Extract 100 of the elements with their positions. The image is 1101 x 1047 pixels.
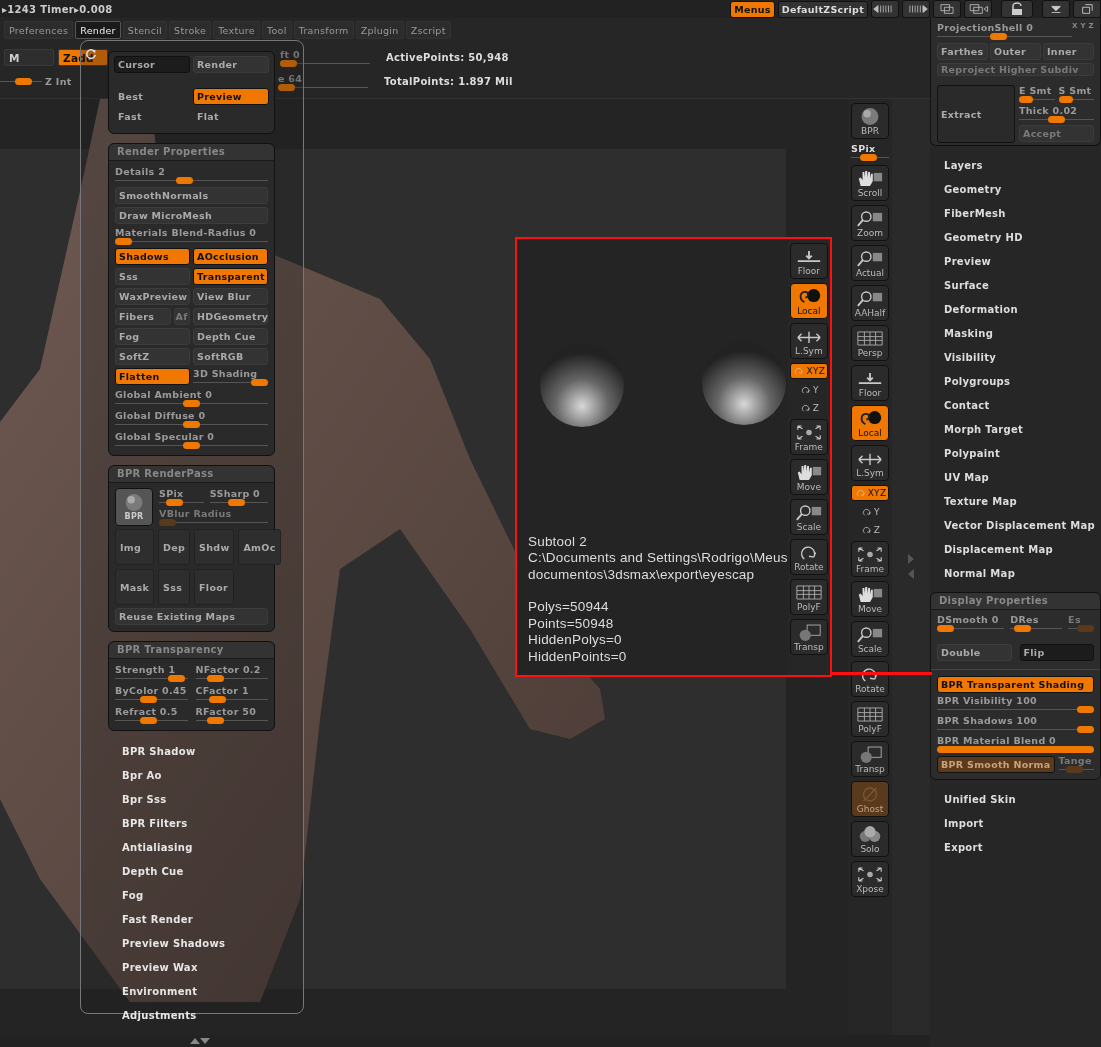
shelf-button[interactable]: PolyF [789, 579, 828, 615]
subpalette-item[interactable]: Environment [122, 980, 275, 1004]
shelf-button[interactable]: Rotate [851, 661, 889, 697]
menu-tab[interactable]: Transform [293, 21, 354, 39]
slider-thumb[interactable] [165, 499, 183, 506]
shelf-button[interactable]: Frame [789, 419, 828, 455]
render-quality-option[interactable]: Best [114, 88, 190, 105]
render-pass-button[interactable]: Img [115, 529, 155, 565]
shelf-button[interactable]: Scale [789, 499, 828, 535]
slider-track[interactable] [0, 78, 42, 85]
render-toggle[interactable]: HDGeometry [193, 308, 268, 325]
menu-tab[interactable]: Texture [213, 21, 260, 39]
slider-thumb[interactable] [15, 78, 32, 85]
panel-title[interactable]: Display Properties [931, 593, 1100, 610]
projection-button[interactable]: Inner [1043, 43, 1094, 60]
render-quality-option[interactable]: Preview [193, 88, 269, 105]
slider-thumb[interactable] [209, 696, 227, 703]
slider-track[interactable] [115, 238, 268, 245]
render-mode-button[interactable]: Render [193, 56, 269, 73]
shelf-button[interactable]: Transp [789, 619, 828, 655]
shelf-button[interactable]: Transp [851, 741, 889, 777]
slider-track[interactable] [937, 726, 1094, 733]
shelf-button[interactable]: Zoom [851, 205, 889, 241]
subpalette-item[interactable]: Adjustments [122, 1004, 275, 1028]
render-toggle[interactable]: SoftZ [115, 348, 190, 365]
shelf-button[interactable]: Solo [851, 821, 889, 857]
render-toggle[interactable]: Fog [115, 328, 190, 345]
scroll-left-icon[interactable] [871, 0, 899, 18]
render-mode-button[interactable]: Cursor [114, 56, 190, 73]
render-toggle[interactable]: Shadows [115, 248, 190, 265]
scroll-right-icon[interactable] [902, 0, 930, 18]
slider-thumb[interactable] [1013, 625, 1031, 632]
display-toggle[interactable]: Flip [1019, 644, 1094, 661]
slider-track[interactable] [193, 379, 268, 386]
render-toggle[interactable]: SoftRGB [193, 348, 268, 365]
shelf-button[interactable]: Floor [851, 365, 889, 401]
subpalette-item[interactable]: Import [944, 812, 1101, 836]
shelf-button[interactable]: Move [789, 459, 828, 495]
slider-thumb[interactable] [176, 177, 194, 184]
render-pass-button[interactable]: Dep [158, 529, 191, 565]
bpr-shading-toggle[interactable]: BPR Transparent Shading [937, 676, 1094, 693]
slider-thumb[interactable] [937, 625, 954, 632]
shelf-button[interactable]: L.Sym [789, 323, 828, 359]
subpalette-item[interactable]: FiberMesh [944, 202, 1101, 226]
shelf-button[interactable]: Actual [851, 245, 889, 281]
render-pass-button[interactable]: Sss [158, 569, 191, 605]
slider-track[interactable] [937, 625, 1005, 632]
slider-thumb[interactable] [1048, 116, 1065, 123]
shelf-button[interactable]: Xpose [851, 861, 889, 897]
display-toggle[interactable]: Double [937, 644, 1012, 661]
slider-track[interactable] [1019, 96, 1055, 103]
slider-thumb[interactable] [278, 83, 295, 91]
slider-thumb[interactable] [183, 421, 200, 428]
render-pass-button[interactable]: Mask [115, 569, 155, 605]
shelf-button[interactable]: BPR [851, 103, 889, 139]
slider-track[interactable] [115, 675, 188, 682]
menu-toggle-button[interactable]: DefaultZScript [777, 0, 868, 18]
menu-tab[interactable]: Stroke [169, 21, 212, 39]
subpalette-item[interactable]: Bpr Ao [122, 764, 275, 788]
shelf-button[interactable]: Scroll [851, 165, 889, 201]
slider-thumb[interactable] [183, 442, 200, 449]
render-toggle[interactable]: Transparent [193, 268, 268, 285]
render-pass-button[interactable]: Shdw [194, 529, 235, 565]
shelf-button[interactable]: Scale [851, 621, 889, 657]
slider-thumb[interactable] [139, 696, 157, 703]
slider-thumb[interactable] [228, 499, 246, 506]
axis-toggle[interactable]: XYZ [789, 363, 828, 379]
axis-rotate-button[interactable]: Y [860, 505, 880, 519]
projection-button[interactable]: Outer [990, 43, 1041, 60]
padlock-icon[interactable] [1001, 0, 1033, 18]
slider-track[interactable] [937, 706, 1094, 713]
panel-title[interactable]: BPR RenderPass [109, 466, 274, 483]
render-toggle[interactable]: AOcclusion [193, 248, 268, 265]
panel-title[interactable]: BPR Transparency [109, 642, 274, 659]
menu-tab[interactable]: Zscript [405, 21, 451, 39]
extract-button[interactable]: Extract [937, 85, 1015, 143]
shelf-button[interactable]: Floor [789, 243, 828, 279]
slider-thumb[interactable] [206, 675, 224, 682]
menu-tab[interactable]: Preferences [4, 21, 74, 39]
axis-rotate-button[interactable]: Y [798, 383, 819, 397]
slider-thumb[interactable] [206, 717, 224, 724]
restore-window-icon[interactable] [1073, 0, 1101, 18]
render-toggle[interactable]: Sss [115, 268, 190, 285]
subpalette-item[interactable]: Preview Shadows [122, 932, 275, 956]
menu-tab[interactable]: Render [75, 21, 121, 39]
render-option-button[interactable]: Draw MicroMesh [115, 207, 268, 224]
slider-thumb[interactable] [183, 400, 200, 407]
subpalette-item[interactable]: Depth Cue [122, 860, 275, 884]
axis-toggle[interactable]: XYZ [851, 485, 889, 501]
shelf-button[interactable]: Local [789, 283, 828, 319]
render-pass-button[interactable]: Floor [194, 569, 235, 605]
menu-tab[interactable]: Tool [262, 21, 292, 39]
slider-thumb[interactable] [1077, 726, 1094, 733]
shelf-button[interactable]: Local [851, 405, 889, 441]
subpalette-item[interactable]: Surface [944, 274, 1101, 298]
subpalette-item[interactable]: Visibility [944, 346, 1101, 370]
projection-button[interactable]: Farthes [937, 43, 988, 60]
subpalette-item[interactable]: UV Map [944, 466, 1101, 490]
subpalette-item[interactable]: Fog [122, 884, 275, 908]
slider-thumb[interactable] [115, 238, 132, 245]
